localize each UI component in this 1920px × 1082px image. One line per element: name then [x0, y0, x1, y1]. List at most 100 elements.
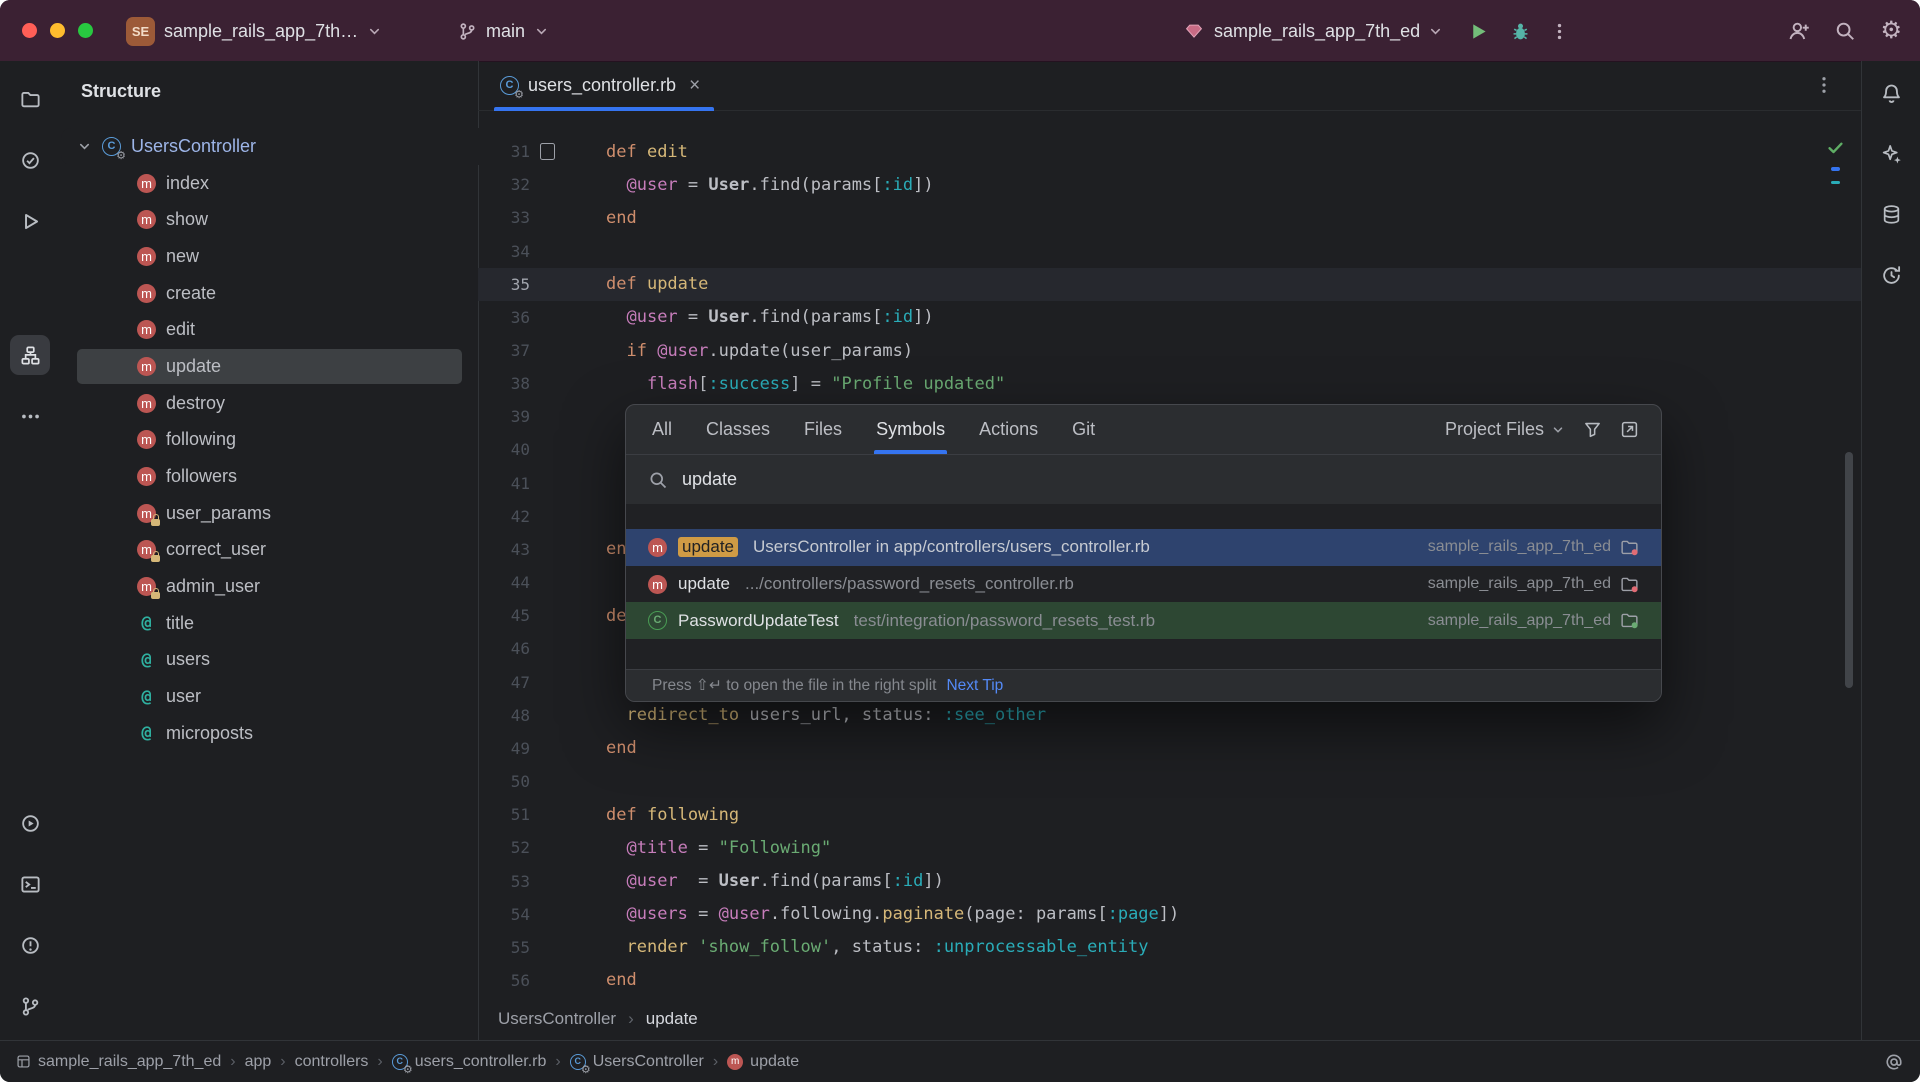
settings-gear-icon[interactable]: ⚙: [1880, 19, 1902, 43]
tab-options-icon[interactable]: [1814, 75, 1834, 95]
search-tab-classes[interactable]: Classes: [706, 405, 770, 454]
code-text[interactable]: flash[:success] = "Profile updated": [606, 374, 1005, 394]
code-line-52[interactable]: 52 @title = "Following": [478, 831, 1862, 864]
services-tool-button[interactable]: [10, 803, 50, 843]
code-line-36[interactable]: 36 @user = User.find(params[:id]): [478, 301, 1862, 334]
structure-item-edit[interactable]: m edit: [61, 311, 478, 348]
structure-item-user[interactable]: @ user: [61, 678, 478, 715]
error-stripe-mark[interactable]: [1831, 167, 1840, 171]
structure-item-correct_user[interactable]: m correct_user: [61, 532, 478, 569]
code-text[interactable]: end: [606, 208, 637, 228]
commit-tool-button[interactable]: [10, 140, 50, 180]
structure-item-title[interactable]: @ title: [61, 605, 478, 642]
line-number[interactable]: 48: [478, 706, 530, 725]
code-line-35[interactable]: 35 def update: [478, 267, 1862, 301]
code-text[interactable]: end: [606, 970, 637, 990]
line-number[interactable]: 34: [478, 242, 530, 261]
line-number[interactable]: 45: [478, 606, 530, 625]
line-number[interactable]: 37: [478, 341, 530, 360]
code-line-54[interactable]: 54 @users = @user.following.paginate(pag…: [478, 898, 1862, 931]
structure-item-update[interactable]: m update: [61, 348, 478, 385]
next-tip-link[interactable]: Next Tip: [946, 677, 1003, 695]
search-tab-files[interactable]: Files: [804, 405, 842, 454]
line-number[interactable]: 54: [478, 905, 530, 924]
code-line-48[interactable]: 48 redirect_to users_url, status: :see_o…: [478, 699, 1862, 732]
run-config-name[interactable]: sample_rails_app_7th_ed: [1214, 21, 1443, 42]
code-line-38[interactable]: 38 flash[:success] = "Profile updated": [478, 367, 1862, 400]
run-tool-button[interactable]: [10, 201, 50, 241]
status-path-update[interactable]: m update: [727, 1053, 799, 1071]
status-path-users-controller-rb[interactable]: C ⚙ users_controller.rb: [391, 1053, 546, 1075]
code-line-37[interactable]: 37 if @user.update(user_params): [478, 334, 1862, 367]
structure-item-microposts[interactable]: @ microposts: [61, 715, 478, 752]
code-text[interactable]: redirect_to users_url, status: :see_othe…: [606, 705, 1046, 725]
search-tab-git[interactable]: Git: [1072, 405, 1095, 454]
search-result-1[interactable]: m update UsersController in app/controller…: [626, 529, 1661, 566]
line-number[interactable]: 44: [478, 573, 530, 592]
code-text[interactable]: end: [606, 738, 637, 758]
terminal-tool-button[interactable]: [10, 864, 50, 904]
line-number[interactable]: 35: [478, 275, 530, 294]
line-number[interactable]: 53: [478, 872, 530, 891]
code-line-49[interactable]: 49 end: [478, 732, 1862, 765]
search-tab-actions[interactable]: Actions: [979, 405, 1038, 454]
code-with-me-icon[interactable]: [1788, 20, 1810, 42]
error-stripe-mark[interactable]: [1831, 180, 1840, 184]
code-line-32[interactable]: 32 @user = User.find(params[:id]): [478, 168, 1862, 201]
line-number[interactable]: 38: [478, 374, 530, 393]
status-path-sample-rails-app-7th-ed[interactable]: sample_rails_app_7th_ed: [16, 1053, 221, 1071]
structure-item-admin_user[interactable]: m admin_user: [61, 568, 478, 605]
code-text[interactable]: @user = User.find(params[:id]): [606, 175, 933, 195]
line-number[interactable]: 52: [478, 838, 530, 857]
debug-button[interactable]: [1510, 21, 1531, 42]
minimize-window-button[interactable]: [50, 23, 65, 38]
breadcrumb-method[interactable]: update: [646, 1009, 698, 1029]
breadcrumb-class[interactable]: UsersController: [498, 1009, 616, 1029]
open-in-find-window-icon[interactable]: [1620, 420, 1639, 439]
database-icon[interactable]: [1871, 194, 1911, 234]
structure-item-users[interactable]: @ users: [61, 642, 478, 679]
code-line-34[interactable]: 34: [478, 234, 1862, 267]
filter-icon[interactable]: [1583, 420, 1602, 439]
line-number[interactable]: 49: [478, 739, 530, 758]
line-number[interactable]: 39: [478, 407, 530, 426]
close-window-button[interactable]: [22, 23, 37, 38]
structure-tool-button[interactable]: [10, 335, 50, 375]
line-number[interactable]: 32: [478, 175, 530, 194]
line-number[interactable]: 41: [478, 474, 530, 493]
problems-tool-button[interactable]: [10, 925, 50, 965]
search-result-2[interactable]: m update .../controllers/password_resets_c…: [626, 566, 1661, 603]
code-text[interactable]: @user = User.find(params[:id]): [606, 307, 933, 327]
code-text[interactable]: @user = User.find(params[:id]): [606, 871, 943, 891]
zoom-window-button[interactable]: [78, 23, 93, 38]
code-text[interactable]: render 'show_follow', status: :unprocess…: [606, 937, 1148, 957]
code-line-53[interactable]: 53 @user = User.find(params[:id]): [478, 864, 1862, 897]
code-text[interactable]: def update: [606, 274, 708, 294]
line-number[interactable]: 40: [478, 440, 530, 459]
project-tool-button[interactable]: [10, 79, 50, 119]
status-path-userscontroller[interactable]: C ⚙ UsersController: [569, 1053, 704, 1075]
ai-assistant-icon[interactable]: [1871, 133, 1911, 173]
more-tool-windows-button[interactable]: [10, 396, 50, 436]
code-text[interactable]: @title = "Following": [606, 838, 831, 858]
line-number[interactable]: 42: [478, 507, 530, 526]
bookmark-icon[interactable]: [540, 143, 555, 161]
search-result-3[interactable]: C PasswordUpdateTest test/integration/pass…: [626, 602, 1661, 640]
code-line-50[interactable]: 50: [478, 765, 1862, 798]
code-line-51[interactable]: 51 def following: [478, 798, 1862, 831]
code-line-31[interactable]: 31 def edit: [478, 135, 1862, 168]
structure-item-show[interactable]: m show: [61, 201, 478, 238]
code-text[interactable]: def following: [606, 805, 739, 825]
line-number[interactable]: 33: [478, 208, 530, 227]
structure-item-following[interactable]: m following: [61, 422, 478, 459]
line-number[interactable]: 47: [478, 673, 530, 692]
line-number[interactable]: 55: [478, 938, 530, 957]
notifications-bell-icon[interactable]: [1871, 73, 1911, 113]
status-path-app[interactable]: app: [245, 1053, 272, 1071]
structure-item-index[interactable]: m index: [61, 165, 478, 202]
project-widget[interactable]: SE sample_rails_app_7th…: [126, 12, 382, 50]
line-number[interactable]: 31: [478, 142, 530, 161]
run-button[interactable]: [1468, 21, 1489, 42]
line-number[interactable]: 46: [478, 639, 530, 658]
line-number[interactable]: 50: [478, 772, 530, 791]
